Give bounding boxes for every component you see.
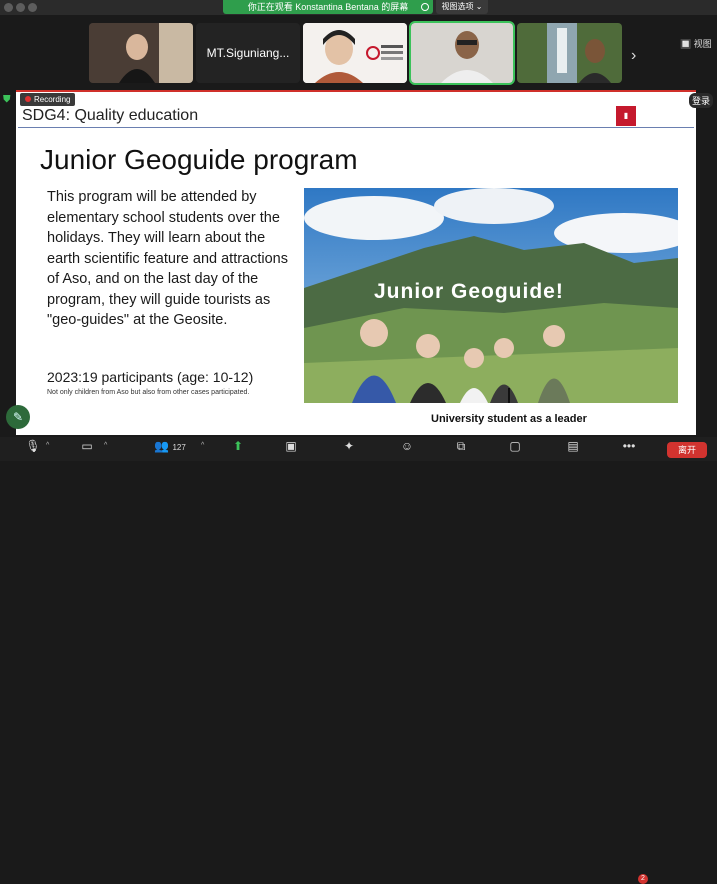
apps-icon: ⧉ <box>456 439 466 453</box>
video-gallery: MT.Siguniang... › 🔲 视图 <box>0 15 717 87</box>
window-maximize-button[interactable] <box>28 3 37 12</box>
participant-video <box>303 23 407 83</box>
document-icon: ▣ <box>285 439 297 453</box>
window-topbar: 你正在观看 Konstantina Bentana 的屏幕 视图选项 ⌄ <box>0 0 717 15</box>
participant-tile[interactable]: MT.Siguniang... <box>196 23 300 83</box>
reaction-icon: ☺ <box>400 439 414 453</box>
slide-title: Junior Geoguide program <box>40 144 358 175</box>
participant-count: 127 <box>172 443 186 452</box>
gallery-next-icon[interactable]: › <box>631 47 636 65</box>
slide-header-bar: SDG4: Quality education ▮ <box>18 104 694 128</box>
participant-tile[interactable] <box>89 23 193 83</box>
leader-label: University student as a leader <box>431 413 587 425</box>
participant-tile[interactable] <box>517 23 622 83</box>
apps-button[interactable]: ⧉ <box>436 439 486 453</box>
share-screen-icon: ⬆ <box>232 439 244 453</box>
chevron-up-icon[interactable]: ^ <box>46 442 49 449</box>
microphone-muted-icon: 🎙 <box>25 439 41 453</box>
more-button[interactable]: ••• <box>604 439 654 453</box>
chevron-up-icon[interactable]: ^ <box>104 442 107 449</box>
notes-button[interactable]: ▤ <box>548 439 598 453</box>
notes-icon: ▤ <box>567 439 579 453</box>
participants-icon: 👥 127 <box>154 439 186 453</box>
share-banner-text: 你正在观看 Konstantina Bentana 的屏幕 <box>247 2 409 12</box>
slide-body-text: This program will be attended by element… <box>47 189 288 328</box>
photo-caption: Junior Geoguide! <box>374 280 564 303</box>
participant-tile[interactable] <box>303 23 407 83</box>
sparkle-icon: ✦ <box>343 439 355 453</box>
leave-button[interactable]: 离开 <box>667 442 707 458</box>
share-screen-button[interactable]: ⬆ <box>213 439 263 453</box>
presentation-slide: SDG4: Quality education ▮ Junior Geoguid… <box>16 90 696 435</box>
participants-note: Not only children from Aso but also from… <box>47 389 250 396</box>
participant-video <box>89 23 193 83</box>
ai-companion-button[interactable]: ✦ <box>324 439 374 453</box>
share-status-icon <box>421 3 429 11</box>
group-photo: Junior Geoguide! <box>304 188 678 403</box>
shared-screen: SDG4: Quality education ▮ Junior Geoguid… <box>0 89 717 437</box>
view-options-button[interactable]: 视图选项 ⌄ <box>436 0 488 14</box>
participant-tile-active[interactable] <box>409 21 515 85</box>
recording-label: Recording <box>34 95 71 104</box>
chat-icon: ▢ <box>509 439 521 453</box>
chevron-up-icon[interactable]: ^ <box>201 442 204 449</box>
sdg4-logo-icon: ▮ <box>616 106 636 126</box>
mute-button[interactable]: 🎙 <box>8 439 58 453</box>
window-minimize-button[interactable] <box>16 3 25 12</box>
annotate-pen-icon[interactable]: ✎ <box>6 405 30 429</box>
more-icon: ••• <box>622 439 636 453</box>
security-shield-icon: ⛊ <box>3 94 11 105</box>
chat-button[interactable]: ▢ <box>490 439 540 453</box>
window-close-button[interactable] <box>4 3 13 12</box>
participant-video <box>517 23 622 83</box>
whiteboard-button[interactable]: ▣ <box>266 439 316 453</box>
participants-count: 2023:19 participants (age: 10-12) <box>47 369 254 385</box>
recording-dot-icon <box>25 96 31 102</box>
notification-badge: 2 <box>638 874 648 884</box>
slide-header: SDG4: Quality education <box>22 107 199 124</box>
login-button[interactable]: 登录 <box>689 93 714 108</box>
meeting-toolbar: 🎙 ^ ▭ ^ 👥 127 ^ ⬆ ▣ ✦ ☺ ⧉ ▢ ▤ ••• 2 <box>0 437 717 884</box>
view-mode-button[interactable]: 🔲 视图 <box>680 37 712 50</box>
reactions-button[interactable]: ☺ <box>382 439 432 453</box>
screen-share-banner: 你正在观看 Konstantina Bentana 的屏幕 <box>223 0 433 14</box>
recording-indicator[interactable]: Recording <box>20 93 76 106</box>
participant-name: MT.Siguniang... <box>196 23 300 83</box>
participants-button[interactable]: 👥 127 <box>145 439 195 455</box>
participant-video <box>411 23 513 83</box>
